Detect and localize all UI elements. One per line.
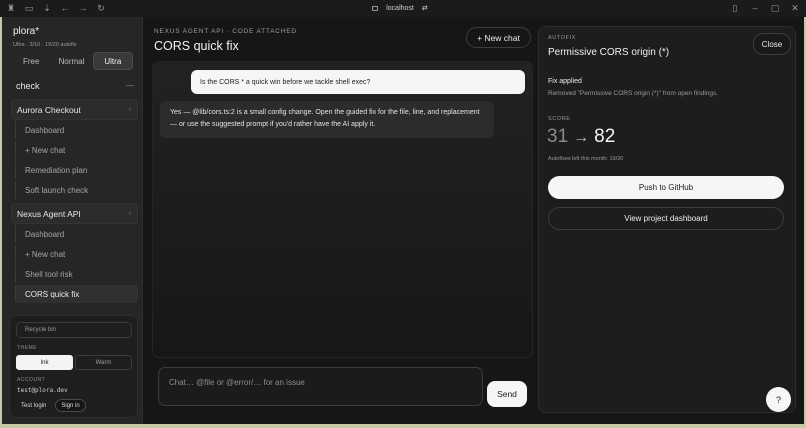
recycle-bin-button[interactable]: Recycle bin — [16, 322, 132, 338]
reader-icon[interactable]: ▯ — [728, 1, 742, 15]
account-label: ACCOUNT — [17, 377, 46, 383]
tier-normal[interactable]: Normal — [52, 52, 90, 70]
theme-label: THEME — [17, 345, 37, 351]
score-change: 31 → 82 — [547, 126, 615, 148]
close-window-icon[interactable]: ✕ — [788, 1, 802, 15]
sidebar-item-dashboard[interactable]: Dashboard — [15, 121, 138, 139]
sidebar-item-dashboard[interactable]: Dashboard — [15, 225, 138, 243]
score-label: SCORE — [548, 116, 571, 122]
tune-icon[interactable]: ⇄ — [422, 4, 428, 12]
page-title: CORS quick fix — [154, 39, 239, 53]
project-label: Nexus Agent API — [17, 208, 81, 219]
sidebar: plora* Ultra · 3/10 · 19/20 autofix Free… — [2, 17, 143, 424]
theme-ink[interactable]: Ink — [16, 355, 73, 370]
push-to-github-button[interactable]: Push to GitHub — [548, 176, 784, 199]
app-logo-icon: ♜ — [6, 2, 16, 13]
sidebar-item-remediation-plan[interactable]: Remediation plan — [15, 161, 138, 179]
view-dashboard-button[interactable]: View project dashboard — [548, 207, 784, 230]
project-label: Aurora Checkout — [17, 104, 81, 115]
collapse-icon[interactable]: — — [126, 81, 134, 91]
project-nexus-agent-api[interactable]: Nexus Agent API › — [11, 203, 138, 224]
score-after: 82 — [594, 126, 616, 147]
theme-warm[interactable]: Warm — [75, 355, 132, 370]
autofixes-remaining: Autofixes left this month: 19/20 — [548, 156, 624, 162]
project-aurora-checkout[interactable]: Aurora Checkout › — [11, 99, 138, 120]
sidebar-filter[interactable]: check — — [16, 81, 134, 91]
help-button[interactable]: ? — [766, 387, 791, 412]
user-message: Is the CORS * a quick win before we tack… — [191, 70, 525, 94]
account-email: test@plora.dev — [17, 387, 68, 394]
brand-name: plora* — [13, 26, 40, 37]
chat-area: NEXUS AGENT API · CODE ATTACHED CORS qui… — [143, 17, 535, 424]
chevron-right-icon: › — [128, 106, 131, 113]
close-button[interactable]: Close — [753, 33, 791, 55]
plan-summary: Ultra · 3/10 · 19/20 autofix — [13, 42, 77, 48]
message-thread[interactable]: Is the CORS * a quick win before we tack… — [152, 61, 533, 358]
chevron-right-icon: › — [128, 210, 131, 217]
sidebar-filter-text: check — [16, 81, 40, 91]
address-text: localhost — [386, 4, 414, 12]
address-bar[interactable]: localhost ⇄ — [350, 2, 450, 14]
sidebar-toggle-icon[interactable]: ▭ — [22, 1, 36, 15]
minimize-icon[interactable]: – — [748, 1, 762, 15]
browser-toolbar: ♜ ▭ ⇣ ← → ↻ localhost ⇄ ▯ – ▢ ✕ — [0, 0, 806, 17]
maximize-icon[interactable]: ▢ — [768, 1, 782, 15]
sign-in-button[interactable]: Sign in — [55, 399, 86, 412]
sidebar-settings-panel: Recycle bin THEME Ink Warm ACCOUNT test@… — [9, 315, 138, 418]
test-login-button[interactable]: Test login — [16, 399, 51, 412]
chat-input[interactable]: Chat… @file or @error/… for an issue — [158, 367, 483, 406]
send-button[interactable]: Send — [487, 381, 527, 407]
sidebar-item-soft-launch-check[interactable]: Soft launch check — [15, 181, 138, 199]
back-icon[interactable]: ← — [58, 1, 72, 15]
fix-status-description: Removed "Permissive CORS origin (*)" fro… — [548, 90, 719, 97]
tier-free[interactable]: Free — [12, 52, 50, 70]
app-window: plora* Ultra · 3/10 · 19/20 autofix Free… — [2, 17, 804, 424]
download-icon[interactable]: ⇣ — [40, 1, 54, 15]
sidebar-item-shell-tool-risk[interactable]: Shell tool risk — [15, 265, 138, 283]
autofix-panel: AUTOFIX Permissive CORS origin (*) Close… — [538, 26, 796, 413]
theme-selector: Ink Warm — [16, 355, 132, 370]
assistant-message: Yes — @lib/cors.ts:2 is a small config c… — [160, 101, 494, 138]
fix-status-heading: Fix applied — [548, 78, 582, 85]
chat-context: NEXUS AGENT API · CODE ATTACHED — [154, 28, 297, 35]
forward-icon[interactable]: → — [76, 1, 90, 15]
tier-ultra[interactable]: Ultra — [92, 52, 133, 70]
panel-eyebrow: AUTOFIX — [548, 35, 576, 41]
account-actions: Test login Sign in — [16, 399, 86, 412]
sidebar-item-new-chat[interactable]: + New chat — [15, 245, 138, 263]
panel-title: Permissive CORS origin (*) — [548, 47, 670, 58]
reload-icon[interactable]: ↻ — [94, 1, 108, 15]
score-before: 31 — [547, 126, 569, 147]
new-chat-button[interactable]: + New chat — [466, 27, 531, 48]
lock-icon — [372, 5, 379, 11]
arrow-right-icon: → — [573, 129, 590, 146]
sidebar-item-cors-quick-fix[interactable]: CORS quick fix — [15, 285, 138, 303]
sidebar-item-new-chat[interactable]: + New chat — [15, 141, 138, 159]
